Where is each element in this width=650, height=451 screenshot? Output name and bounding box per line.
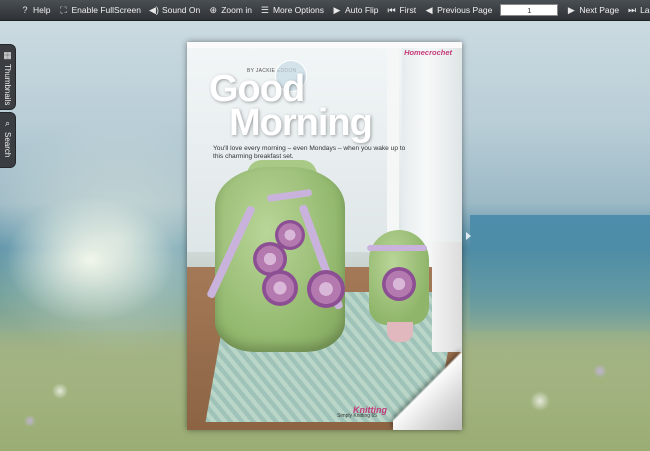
page-curl-corner[interactable] — [393, 345, 462, 430]
page-title: Good Morning — [209, 70, 373, 144]
toolbar: ? Help ⛶ Enable FullScreen ◀) Sound On ⊕… — [0, 0, 650, 21]
page-photo-plate — [432, 242, 462, 352]
grid-icon: ▦ — [3, 50, 12, 60]
background-sea — [470, 215, 650, 335]
thumbnails-label: Thumbnails — [3, 64, 12, 106]
previous-icon: ◀ — [425, 4, 433, 15]
more-options-label: More Options — [272, 5, 324, 15]
zoom-button[interactable]: ⊕ Zoom in — [204, 0, 256, 20]
zoom-icon: ⊕ — [209, 4, 217, 15]
page-number-input[interactable] — [500, 4, 559, 16]
auto-flip-label: Auto Flip — [344, 5, 379, 15]
page-footer: Simply Knitting 65 — [337, 413, 378, 419]
last-page-label: Last — [640, 5, 650, 15]
egg-cozy-ribbon — [367, 245, 427, 251]
next-page-label: Next Page — [579, 5, 620, 15]
page-brand: Homecrochet — [404, 48, 452, 57]
first-page-label: First — [399, 5, 417, 15]
flower-4 — [307, 270, 345, 308]
help-icon: ? — [22, 5, 28, 15]
sound-button[interactable]: ◀) Sound On — [145, 0, 204, 20]
page-title-line2: Morning — [229, 102, 373, 144]
auto-flip-button[interactable]: ▶ Auto Flip — [328, 0, 383, 20]
first-page-button[interactable]: ⏮ First — [383, 0, 421, 20]
play-icon: ▶ — [333, 4, 341, 15]
zoom-label: Zoom in — [221, 5, 252, 15]
last-page-button[interactable]: ⏭ Last — [623, 0, 650, 20]
menu-icon: ☰ — [260, 4, 269, 15]
help-button[interactable]: ? Help — [16, 0, 54, 20]
flower-3 — [262, 270, 298, 306]
more-options-button[interactable]: ☰ More Options — [256, 0, 328, 20]
previous-page-button[interactable]: ◀ Previous Page — [420, 0, 496, 20]
next-page-arrow-icon[interactable] — [466, 232, 471, 240]
fullscreen-label: Enable FullScreen — [71, 5, 141, 15]
page-subtitle: You'll love every morning – even Mondays… — [213, 145, 406, 160]
first-page-icon: ⏮ — [387, 4, 396, 15]
search-label: Search — [3, 132, 12, 158]
last-page-icon: ⏭ — [628, 4, 637, 15]
help-label: Help — [33, 5, 51, 15]
search-icon: ⌕ — [4, 118, 11, 128]
fullscreen-button[interactable]: ⛶ Enable FullScreen — [54, 0, 144, 20]
next-page-button[interactable]: ▶ Next Page — [562, 0, 623, 20]
speaker-icon: ◀) — [148, 4, 159, 15]
flower-5 — [382, 267, 416, 301]
fullscreen-icon: ⛶ — [60, 4, 67, 15]
next-icon: ▶ — [567, 4, 575, 15]
previous-page-label: Previous Page — [437, 5, 493, 15]
sound-label: Sound On — [161, 5, 201, 15]
search-tab[interactable]: ⌕ Search — [0, 112, 16, 168]
egg-stand — [387, 322, 413, 342]
thumbnails-tab[interactable]: ▦ Thumbnails — [0, 44, 16, 110]
